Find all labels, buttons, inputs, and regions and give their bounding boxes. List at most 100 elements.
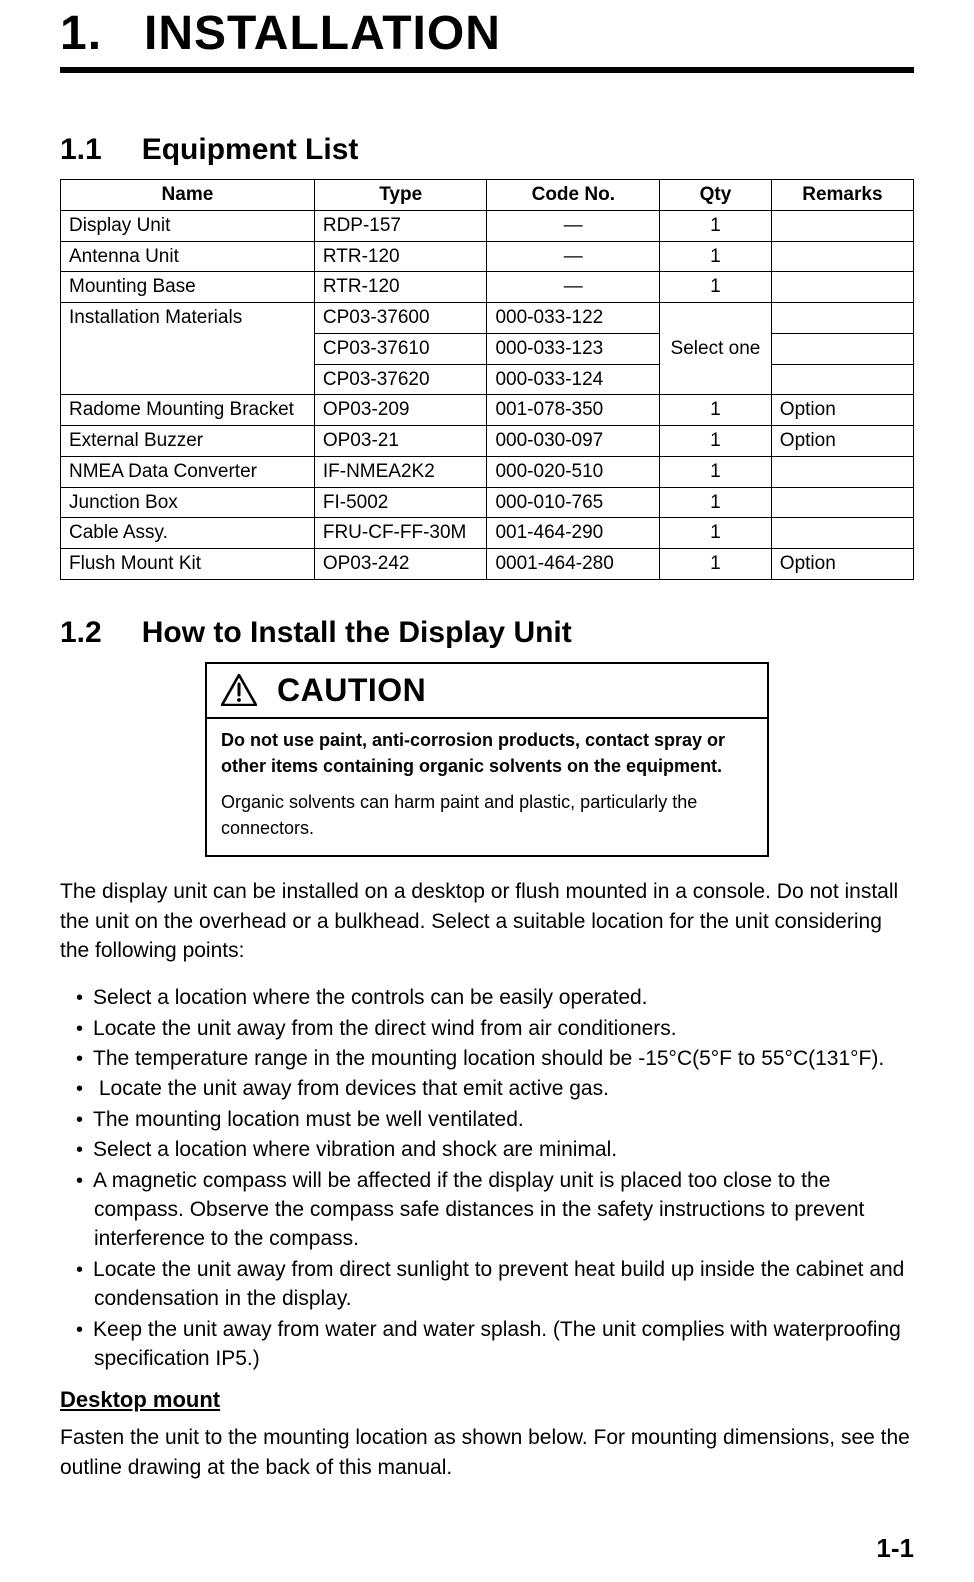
table-row: Installation Materials CP03-37600 000-03… [61,303,914,334]
cell: 000-033-122 [487,303,660,334]
cell: — [487,210,660,241]
cell: 1 [660,456,772,487]
caution-title: CAUTION [277,672,426,709]
cell [771,364,913,395]
cell: Select one [660,303,772,395]
cell: 1 [660,272,772,303]
section-title: How to Install the Display Unit [142,616,572,650]
cell: 001-464-290 [487,518,660,549]
th-code: Code No. [487,180,660,211]
caution-body: Do not use paint, anti-corrosion product… [207,719,767,855]
cell: Option [771,549,913,580]
cell: CP03-37610 [314,333,487,364]
cell: Option [771,395,913,426]
list-item: Select a location where the controls can… [60,983,914,1012]
cell: FRU-CF-FF-30M [314,518,487,549]
section-1-2-heading: 1.2 How to Install the Display Unit [60,616,914,650]
cell: RDP-157 [314,210,487,241]
cell: 000-010-765 [487,487,660,518]
table-row: NMEA Data Converter IF-NMEA2K2 000-020-5… [61,456,914,487]
cell: NMEA Data Converter [61,456,315,487]
cell: 1 [660,241,772,272]
cell: Mounting Base [61,272,315,303]
cell: 0001-464-280 [487,549,660,580]
section-title: Equipment List [142,133,359,167]
list-item: Locate the unit away from direct sunligh… [60,1255,914,1314]
list-item: The temperature range in the mounting lo… [60,1044,914,1073]
list-item: The mounting location must be well venti… [60,1105,914,1134]
caution-header: CAUTION [207,664,767,719]
page-number: 1-1 [876,1533,914,1564]
cell [771,487,913,518]
section-number: 1.1 [60,133,102,167]
table-row: Radome Mounting Bracket OP03-209 001-078… [61,395,914,426]
warning-icon [221,674,257,706]
chapter-title: INSTALLATION [144,6,501,61]
cell: Option [771,426,913,457]
cell: 001-078-350 [487,395,660,426]
cell: 000-020-510 [487,456,660,487]
cell [771,303,913,334]
cell: Antenna Unit [61,241,315,272]
caution-notice: CAUTION Do not use paint, anti-corrosion… [205,662,769,857]
list-item: Locate the unit away from the direct win… [60,1014,914,1043]
cell: FI-5002 [314,487,487,518]
cell: 000-033-124 [487,364,660,395]
section-number: 1.2 [60,616,102,650]
cell: Display Unit [61,210,315,241]
cell: Cable Assy. [61,518,315,549]
bullet-list: Select a location where the controls can… [60,983,914,1373]
cell: RTR-120 [314,241,487,272]
list-item: Locate the unit away from devices that e… [60,1074,914,1103]
table-row: External Buzzer OP03-21 000-030-097 1 Op… [61,426,914,457]
chapter-number: 1. [60,6,102,61]
table-row: Junction Box FI-5002 000-010-765 1 [61,487,914,518]
cell: 1 [660,487,772,518]
cell: 1 [660,426,772,457]
cell: — [487,241,660,272]
cell [771,333,913,364]
cell: 1 [660,549,772,580]
th-remarks: Remarks [771,180,913,211]
chapter-rule [60,67,914,73]
cell: CP03-37620 [314,364,487,395]
desktop-mount-heading: Desktop mount [60,1387,914,1413]
cell: IF-NMEA2K2 [314,456,487,487]
cell: 1 [660,518,772,549]
cell: Junction Box [61,487,315,518]
cell: RTR-120 [314,272,487,303]
table-row: Mounting Base RTR-120 — 1 [61,272,914,303]
cell: 1 [660,395,772,426]
cell [771,210,913,241]
caution-text: Organic solvents can harm paint and plas… [221,789,753,841]
table-row: Display Unit RDP-157 — 1 [61,210,914,241]
cell: 000-030-097 [487,426,660,457]
caution-bold-text: Do not use paint, anti-corrosion product… [221,727,753,779]
section-1-1-heading: 1.1 Equipment List [60,133,914,167]
cell [771,518,913,549]
intro-paragraph: The display unit can be installed on a d… [60,877,914,965]
cell: CP03-37600 [314,303,487,334]
cell: Flush Mount Kit [61,549,315,580]
table-row: Cable Assy. FRU-CF-FF-30M 001-464-290 1 [61,518,914,549]
table-header-row: Name Type Code No. Qty Remarks [61,180,914,211]
cell [771,456,913,487]
cell: Installation Materials [61,303,315,395]
cell: — [487,272,660,303]
list-item: Select a location where vibration and sh… [60,1135,914,1164]
table-row: Antenna Unit RTR-120 — 1 [61,241,914,272]
list-item: Keep the unit away from water and water … [60,1315,914,1374]
table-row: Flush Mount Kit OP03-242 0001-464-280 1 … [61,549,914,580]
list-item: A magnetic compass will be affected if t… [60,1166,914,1254]
chapter-heading: 1. INSTALLATION [60,0,914,61]
cell: Radome Mounting Bracket [61,395,315,426]
th-name: Name [61,180,315,211]
cell: 000-033-123 [487,333,660,364]
cell: OP03-242 [314,549,487,580]
desktop-mount-paragraph: Fasten the unit to the mounting location… [60,1423,914,1482]
equipment-table: Name Type Code No. Qty Remarks Display U… [60,179,914,580]
cell [771,272,913,303]
page: 1. INSTALLATION 1.1 Equipment List Name … [0,0,974,1582]
cell: External Buzzer [61,426,315,457]
th-qty: Qty [660,180,772,211]
